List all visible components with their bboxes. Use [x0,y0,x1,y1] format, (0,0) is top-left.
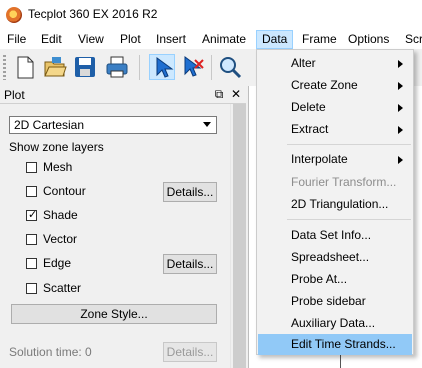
menu-view[interactable]: View [73,30,109,49]
submenu-arrow-icon [398,104,403,112]
menu-data[interactable]: Data [256,30,294,49]
menu-item-auxiliary-data[interactable]: Auxiliary Data... [258,313,412,334]
window-title: Tecplot 360 EX 2016 R2 [28,7,158,21]
menu-scripting[interactable]: Scr [400,30,422,49]
menu-item-label: Fourier Transform... [291,175,397,189]
menu-item-data-set-info[interactable]: Data Set Info... [258,225,412,246]
menu-item-label: Spreadsheet... [291,250,370,264]
menu-item-label: Delete [291,100,326,114]
chevron-down-icon [203,122,211,127]
shade-checkbox[interactable]: ✓ [26,209,38,221]
close-icon[interactable]: ✕ [229,87,243,101]
adjust-pointer-icon[interactable] [180,54,206,80]
menu-plot[interactable]: Plot [115,30,146,49]
toolbar-grip[interactable] [3,55,6,80]
menu-edit[interactable]: Edit [36,30,67,49]
menu-item-2d-triangulation[interactable]: 2D Triangulation... [258,194,412,215]
zoom-magnifier-icon[interactable] [217,54,243,80]
menu-item-label: 2D Triangulation... [291,197,389,211]
toolbar-separator [211,55,212,80]
edge-label: Edge [43,256,72,270]
menu-item-fourier-transform: Fourier Transform... [258,172,412,193]
menu-item-probe-at[interactable]: Probe At... [258,269,412,290]
plot-type-value: 2D Cartesian [14,118,85,132]
submenu-arrow-icon [398,60,403,68]
plot-type-select[interactable]: 2D Cartesian [9,116,217,134]
zone-layers-label: Show zone layers [9,140,104,154]
menu-item-alter[interactable]: Alter [258,53,412,74]
contour-label: Contour [43,184,86,198]
edge-details-button[interactable]: Details... [163,254,217,274]
scatter-label: Scatter [43,281,82,295]
tecplot-app-icon [6,7,22,23]
mesh-checkbox[interactable] [26,162,37,173]
vector-label: Vector [43,232,78,246]
menu-bar: File Edit View Plot Insert Animate Data … [0,30,422,49]
checkmark-icon: ✓ [28,209,38,221]
menu-item-label: Auxiliary Data... [291,316,376,330]
select-pointer-icon[interactable] [149,54,175,80]
contour-details-button[interactable]: Details... [163,182,217,202]
menu-item-edit-time-strands[interactable]: Edit Time Strands... [258,334,412,355]
scatter-checkbox[interactable] [26,283,37,294]
menu-separator [287,144,411,145]
menu-item-interpolate[interactable]: Interpolate [258,149,412,170]
menu-item-label: Probe At... [291,272,348,286]
menu-item-probe-sidebar[interactable]: Probe sidebar [258,291,412,312]
print-icon[interactable] [104,54,130,80]
plot-panel-header: Plot ⧉ ✕ [0,86,246,104]
menu-item-extract[interactable]: Extract [258,119,412,140]
submenu-arrow-icon [398,126,403,134]
vector-checkbox[interactable] [26,234,37,245]
solution-time-label: Solution time: [9,345,82,359]
scrollbar-thumb[interactable] [233,104,246,368]
mesh-label: Mesh [43,160,73,174]
menu-item-create-zone[interactable]: Create Zone [258,75,412,96]
menu-file[interactable]: File [2,30,31,49]
menu-animate[interactable]: Animate [197,30,251,49]
shade-label: Shade [43,208,78,222]
submenu-arrow-icon [398,156,403,164]
toolbar-separator [139,55,140,80]
menu-item-label: Create Zone [291,78,358,92]
menu-item-delete[interactable]: Delete [258,97,412,118]
menu-item-label: Interpolate [291,152,348,166]
data-menu-dropdown: Alter Create Zone Delete Extract Interpo… [256,49,414,355]
menu-item-label: Extract [291,122,329,136]
submenu-arrow-icon [398,82,403,90]
menu-item-label: Alter [291,56,316,70]
solution-details-button[interactable]: Details... [163,342,217,362]
open-folder-icon[interactable] [42,54,68,80]
title-bar: Tecplot 360 EX 2016 R2 [0,0,422,30]
solution-time-value: 0 [85,345,92,359]
new-document-icon[interactable] [12,54,38,80]
menu-item-label: Data Set Info... [291,228,372,242]
menu-item-spreadsheet[interactable]: Spreadsheet... [258,247,412,268]
menu-item-label: Edit Time Strands... [291,337,396,351]
edge-checkbox[interactable] [26,258,37,269]
panel-title: Plot [4,88,25,102]
menu-insert[interactable]: Insert [151,30,191,49]
undock-icon[interactable]: ⧉ [212,87,226,101]
save-disk-icon[interactable] [72,54,98,80]
menu-item-label: Probe sidebar [291,294,366,308]
panel-scrollbar[interactable] [230,104,248,368]
contour-checkbox[interactable] [26,186,37,197]
zone-style-button[interactable]: Zone Style... [11,304,217,324]
menu-separator [287,219,411,220]
menu-options[interactable]: Options [343,30,394,49]
menu-frame[interactable]: Frame [297,30,342,49]
